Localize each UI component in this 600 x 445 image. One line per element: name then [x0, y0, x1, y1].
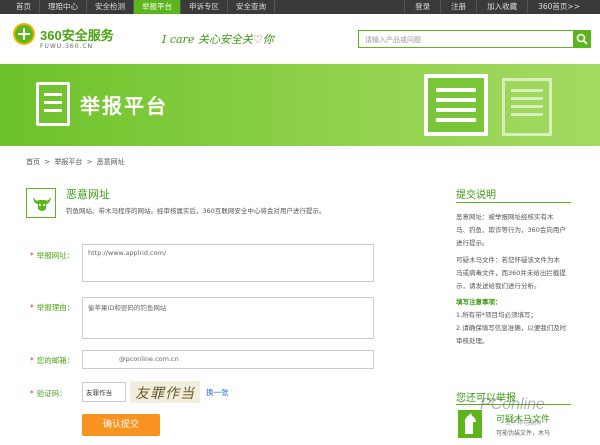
- email-label-text: 您的邮箱：: [36, 356, 75, 365]
- notice-title: 填写注意事项：: [456, 298, 502, 306]
- search-input[interactable]: 请输入产品或问题: [365, 35, 421, 45]
- slogan-text: I care 关心安全关: [162, 33, 253, 46]
- register-link[interactable]: 注册: [440, 0, 476, 14]
- search-box: 请输入产品或问题: [358, 30, 591, 48]
- trojan-file-subtitle: 可能伪装文件，木马: [496, 430, 551, 437]
- breadcrumb-report-platform[interactable]: 举报平台: [54, 158, 82, 166]
- login-link[interactable]: 登录: [404, 0, 440, 14]
- section-title: 恶意网址: [66, 188, 110, 201]
- url-label: * 举报网址：: [30, 250, 74, 261]
- required-mark: *: [30, 251, 34, 260]
- breadcrumb-current: 恶意网址: [96, 158, 125, 166]
- horse-icon: [458, 410, 482, 438]
- top-nav: 首页 理赔中心 安全检测 举报平台 申诉专区 安全查询: [8, 0, 275, 14]
- url-field[interactable]: http://www.applrid.com/: [82, 244, 374, 282]
- refresh-captcha-link[interactable]: 换一张: [206, 387, 229, 398]
- reason-label-text: 举报理由：: [36, 303, 75, 312]
- submit-button[interactable]: 确认提交: [82, 414, 160, 436]
- required-mark: *: [30, 356, 34, 365]
- url-label-text: 举报网址：: [36, 251, 75, 260]
- logo-plus-icon[interactable]: [13, 23, 35, 45]
- monitor-decoration-icon: [424, 74, 488, 136]
- document-icon: [36, 82, 70, 126]
- breadcrumb-separator: >: [44, 158, 51, 166]
- sidebar-divider: [456, 202, 571, 203]
- captcha-label-text: 验证码：: [36, 389, 67, 398]
- nav-appeal-zone[interactable]: 申诉专区: [181, 0, 228, 14]
- top-nav-bar: 首页 理赔中心 安全检测 举报平台 申诉专区 安全查询 登录 注册 加入收藏 3…: [0, 0, 600, 14]
- sidebar-title: 提交说明: [456, 190, 496, 201]
- search-icon: [576, 33, 588, 45]
- sidebar-text: 马、钓鱼、欺诈等行为，360会向用户: [456, 226, 566, 234]
- captcha-image-text: 友罪作当: [135, 386, 195, 402]
- slogan-suffix: 你: [262, 33, 274, 46]
- top-right-links: 登录 注册 加入收藏 360首页>>: [404, 0, 590, 14]
- watermark-logo: PConline: [480, 396, 545, 413]
- required-mark: *: [30, 389, 34, 398]
- nav-security-check[interactable]: 安全检测: [87, 0, 134, 14]
- sidebar-text: 马或病毒文件，而360并未给出拦截提: [456, 269, 566, 277]
- logo-subtitle: FUWU.360.CN: [40, 43, 94, 50]
- bull-icon: [26, 188, 56, 218]
- captcha-label: * 验证码：: [30, 388, 67, 399]
- slogan: I care 关心安全关♡你: [162, 31, 274, 47]
- email-label: * 您的邮箱：: [30, 355, 74, 366]
- heart-icon: ♡: [252, 33, 263, 46]
- screen-decoration-icon: [502, 78, 552, 136]
- nav-report-platform[interactable]: 举报平台: [134, 0, 181, 14]
- breadcrumb-home[interactable]: 首页: [26, 158, 40, 166]
- reason-label: * 举报理由：: [30, 302, 74, 313]
- sidebar-text: 可疑木马文件：若您怀疑该文件为木: [456, 256, 560, 264]
- page-banner: 举报平台: [0, 64, 600, 146]
- captcha-input[interactable]: 友罪作当: [82, 382, 126, 402]
- captcha-image[interactable]: 友罪作当: [130, 381, 200, 403]
- sidebar-text: 2.请确保填写信息准确，以便我们及时: [456, 324, 567, 332]
- site-header: 360安全服务 FUWU.360.CN I care 关心安全关♡你 请输入产品…: [0, 14, 600, 64]
- watermark-subtitle: 太平洋电脑网: [505, 420, 542, 427]
- breadcrumb: 首页 > 举报平台 > 恶意网址: [26, 157, 127, 167]
- sidebar-text: 恶意网址：被举报网址经核实有木: [456, 213, 554, 221]
- breadcrumb-separator: >: [86, 158, 93, 166]
- banner-title: 举报平台: [80, 94, 168, 118]
- search-button[interactable]: [573, 30, 591, 48]
- sidebar-text: 1.所有带*项目均必须填写；: [456, 311, 537, 319]
- trojan-file-report-link[interactable]: 可疑木马文件 可能伪装文件，木马: [456, 410, 571, 445]
- home-360-link[interactable]: 360首页>>: [527, 0, 590, 14]
- report-form-section: 恶意网址 钓鱼网站、带木马程序的网站。经审核属实后，360互联网安全中心将会对用…: [26, 182, 436, 445]
- logo-text[interactable]: 360安全服务: [40, 25, 114, 44]
- nav-security-query[interactable]: 安全查询: [228, 0, 275, 14]
- add-favorite-link[interactable]: 加入收藏: [476, 0, 527, 14]
- nav-home[interactable]: 首页: [8, 0, 40, 14]
- section-description: 钓鱼网站、带木马程序的网站。经审核属实后，360互联网安全中心将会对用户进行提示…: [66, 207, 326, 215]
- reason-field[interactable]: 偷苹果ID和密码的钓鱼网站: [82, 297, 374, 339]
- nav-claims-center[interactable]: 理赔中心: [40, 0, 87, 14]
- sidebar-text: 审核处理。: [456, 337, 489, 345]
- email-field[interactable]: @pconline.com.cn: [82, 350, 374, 369]
- required-mark: *: [30, 303, 34, 312]
- sidebar-text: 示，请发送给我们进行分析。: [456, 282, 541, 290]
- sidebar-text: 进行提示。: [456, 239, 489, 247]
